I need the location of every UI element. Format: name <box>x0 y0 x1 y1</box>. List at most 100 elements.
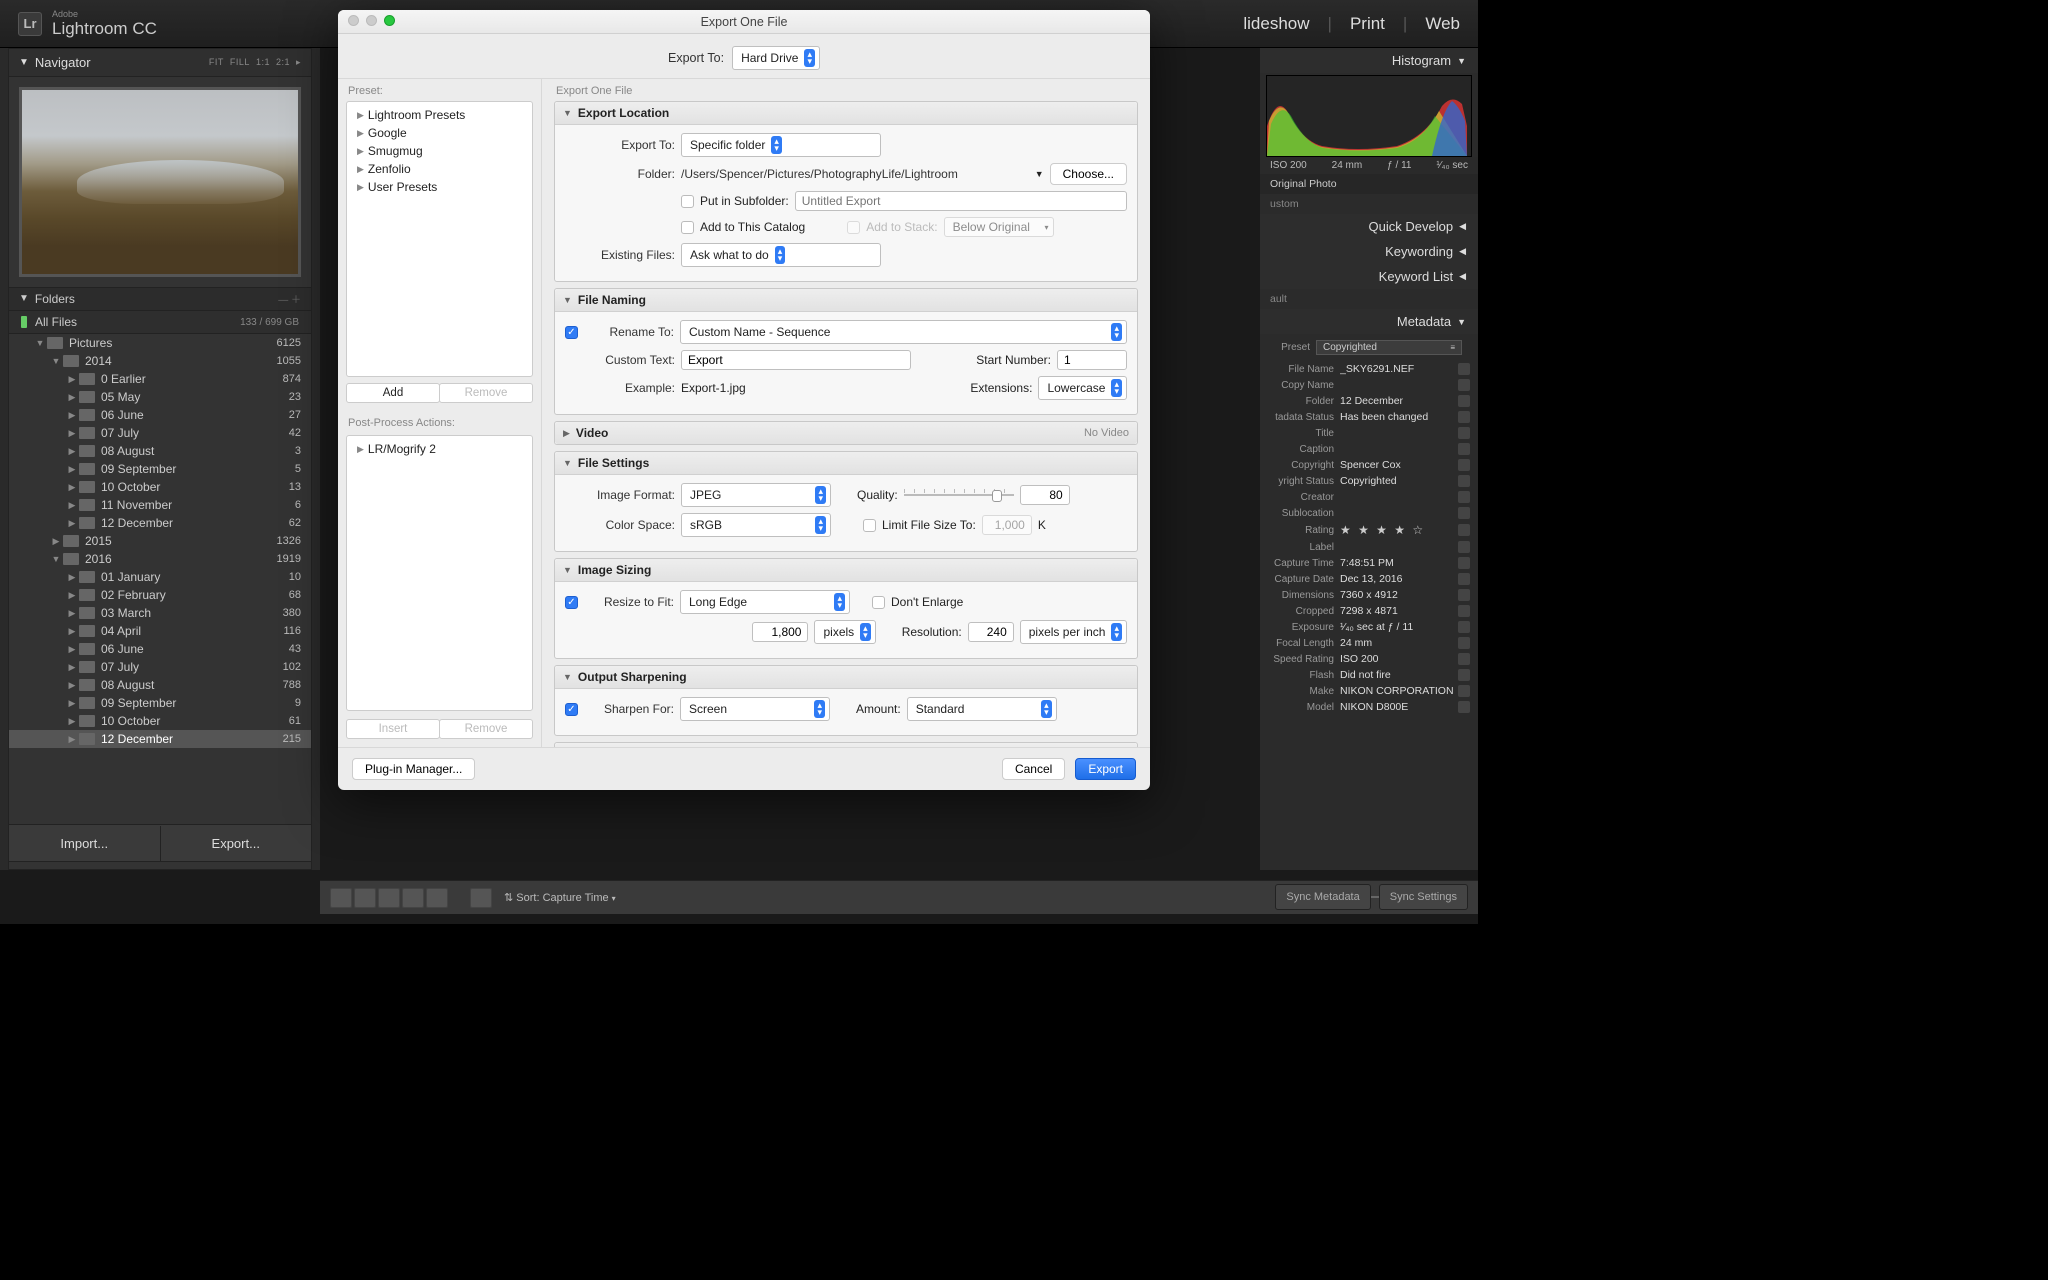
sync-metadata-button[interactable]: Sync Metadata <box>1275 884 1370 910</box>
folder-row[interactable]: ▶03 March380 <box>9 604 311 622</box>
sync-settings-button[interactable]: Sync Settings <box>1379 884 1468 910</box>
folder-row[interactable]: ▶06 June43 <box>9 640 311 658</box>
color-space-select[interactable]: sRGB <box>681 513 831 537</box>
metadata-row[interactable]: Title <box>1260 425 1478 441</box>
dialog-titlebar[interactable]: Export One File <box>338 10 1150 34</box>
folder-row[interactable]: ▶08 August788 <box>9 676 311 694</box>
folder-row[interactable]: ▶12 December62 <box>9 514 311 532</box>
metadata-preset[interactable]: Preset Copyrighted≡ <box>1268 338 1470 357</box>
close-icon[interactable] <box>348 15 359 26</box>
window-traffic-lights[interactable] <box>348 15 395 26</box>
subfolder-input[interactable] <box>795 191 1127 211</box>
quality-input[interactable] <box>1020 485 1070 505</box>
rename-checkbox[interactable] <box>565 326 578 339</box>
metadata-row[interactable]: Rating★ ★ ★ ★ ☆ <box>1260 521 1478 539</box>
folder-row[interactable]: ▼20141055 <box>9 352 311 370</box>
folder-row[interactable]: ▶09 September5 <box>9 460 311 478</box>
folder-row[interactable]: ▶05 May23 <box>9 388 311 406</box>
quality-slider[interactable] <box>904 487 1014 503</box>
resize-method-select[interactable]: Long Edge <box>680 590 850 614</box>
metadata-row[interactable]: Capture DateDec 13, 2016 <box>1260 571 1478 587</box>
histogram-header[interactable]: Histogram▼ <box>1260 48 1478 73</box>
section-export-location[interactable]: ▼Export Location <box>555 102 1137 125</box>
preset-add-button[interactable]: Add <box>346 383 440 403</box>
preset-list[interactable]: ▶Lightroom Presets▶Google▶Smugmug▶Zenfol… <box>346 101 533 377</box>
metadata-row[interactable]: MakeNIKON CORPORATION <box>1260 683 1478 699</box>
add-catalog-checkbox[interactable] <box>681 221 694 234</box>
preset-item[interactable]: ▶Smugmug <box>347 142 532 160</box>
metadata-row[interactable]: Speed RatingISO 200 <box>1260 651 1478 667</box>
resolution-input[interactable] <box>968 622 1014 642</box>
preset-remove-button[interactable]: Remove <box>439 383 533 403</box>
metadata-row[interactable]: CopyrightSpencer Cox <box>1260 457 1478 473</box>
metadata-row[interactable]: tadata StatusHas been changed <box>1260 409 1478 425</box>
import-button[interactable]: Import... <box>9 826 160 861</box>
volume-row[interactable]: All Files 133 / 699 GB <box>9 311 311 334</box>
resolution-unit-select[interactable]: pixels per inch <box>1020 620 1127 644</box>
metadata-row[interactable]: Focal Length24 mm <box>1260 635 1478 651</box>
folder-row[interactable]: ▶01 January10 <box>9 568 311 586</box>
preset-item[interactable]: ▶Lightroom Presets <box>347 106 532 124</box>
rename-template-select[interactable]: Custom Name - Sequence <box>680 320 1127 344</box>
folder-tree[interactable]: ▼Pictures6125▼20141055▶0 Earlier874▶05 M… <box>9 334 311 748</box>
metadata-row[interactable]: Exposure¹⁄₄₀ sec at ƒ / 11 <box>1260 619 1478 635</box>
plugin-manager-button[interactable]: Plug-in Manager... <box>352 758 475 780</box>
start-number-input[interactable] <box>1057 350 1127 370</box>
loupe-view-icon[interactable] <box>354 888 376 908</box>
folder-row[interactable]: ▶08 August3 <box>9 442 311 460</box>
metadata-row[interactable]: Capture Time7:48:51 PM <box>1260 555 1478 571</box>
section-output-sharpening[interactable]: ▼Output Sharpening <box>555 666 1137 689</box>
minimize-icon[interactable] <box>366 15 377 26</box>
keywording-header[interactable]: Keywording◀ <box>1260 239 1478 264</box>
section-video[interactable]: ▶VideoNo Video <box>555 422 1137 444</box>
navigator-zoom-opts[interactable]: FITFILL1:12:1▸ <box>203 57 301 68</box>
subfolder-checkbox[interactable] <box>681 195 694 208</box>
survey-view-icon[interactable] <box>402 888 424 908</box>
limit-filesize-checkbox[interactable] <box>863 519 876 532</box>
post-remove-button[interactable]: Remove <box>439 719 533 739</box>
extensions-select[interactable]: Lowercase <box>1038 376 1127 400</box>
navigator-preview[interactable] <box>19 87 301 277</box>
metadata-row[interactable]: ModelNIKON D800E <box>1260 699 1478 715</box>
metadata-row[interactable]: Label <box>1260 539 1478 555</box>
module-web[interactable]: Web <box>1425 14 1460 34</box>
sharpen-for-select[interactable]: Screen <box>680 697 830 721</box>
folders-header[interactable]: ▼Folders — ＋ <box>9 287 311 311</box>
grid-view-icon[interactable] <box>330 888 352 908</box>
metadata-row[interactable]: Caption <box>1260 441 1478 457</box>
folder-row[interactable]: ▶02 February68 <box>9 586 311 604</box>
preset-item[interactable]: ▶User Presets <box>347 178 532 196</box>
sharpen-checkbox[interactable] <box>565 703 578 716</box>
module-print[interactable]: Print <box>1350 14 1385 34</box>
module-slideshow[interactable]: lideshow <box>1243 14 1309 34</box>
metadata-row[interactable]: Copy Name <box>1260 377 1478 393</box>
folder-row[interactable]: ▶07 July102 <box>9 658 311 676</box>
preset-item[interactable]: ▶Google <box>347 124 532 142</box>
folder-row[interactable]: ▶20151326 <box>9 532 311 550</box>
sort-control[interactable]: ⇅ Sort: Capture Time ▾ <box>504 891 616 904</box>
folder-row[interactable]: ▶0 Earlier874 <box>9 370 311 388</box>
cancel-button[interactable]: Cancel <box>1002 758 1065 780</box>
post-process-list[interactable]: ▶LR/Mogrify 2 <box>346 435 533 711</box>
folder-row[interactable]: ▶10 October13 <box>9 478 311 496</box>
compare-view-icon[interactable] <box>378 888 400 908</box>
metadata-header[interactable]: Metadata▼ <box>1260 309 1478 334</box>
module-switcher[interactable]: lideshow| Print| Web <box>1243 14 1460 34</box>
folder-row[interactable]: ▶04 April116 <box>9 622 311 640</box>
location-export-to-select[interactable]: Specific folder <box>681 133 881 157</box>
section-file-settings[interactable]: ▼File Settings <box>555 452 1137 475</box>
sharpen-amount-select[interactable]: Standard <box>907 697 1057 721</box>
folder-row[interactable]: ▶09 September9 <box>9 694 311 712</box>
folder-row[interactable]: ▶12 December215 <box>9 730 311 748</box>
painter-icon[interactable] <box>470 888 492 908</box>
metadata-row[interactable]: Dimensions7360 x 4912 <box>1260 587 1478 603</box>
export-confirm-button[interactable]: Export <box>1075 758 1136 780</box>
section-file-naming[interactable]: ▼File Naming <box>555 289 1137 312</box>
metadata-row[interactable]: FlashDid not fire <box>1260 667 1478 683</box>
metadata-row[interactable]: yright StatusCopyrighted <box>1260 473 1478 489</box>
choose-folder-button[interactable]: Choose... <box>1050 163 1127 185</box>
existing-files-select[interactable]: Ask what to do <box>681 243 881 267</box>
folder-row[interactable]: ▼Pictures6125 <box>9 334 311 352</box>
folder-row[interactable]: ▶11 November6 <box>9 496 311 514</box>
export-to-select[interactable]: Hard Drive <box>732 46 820 70</box>
